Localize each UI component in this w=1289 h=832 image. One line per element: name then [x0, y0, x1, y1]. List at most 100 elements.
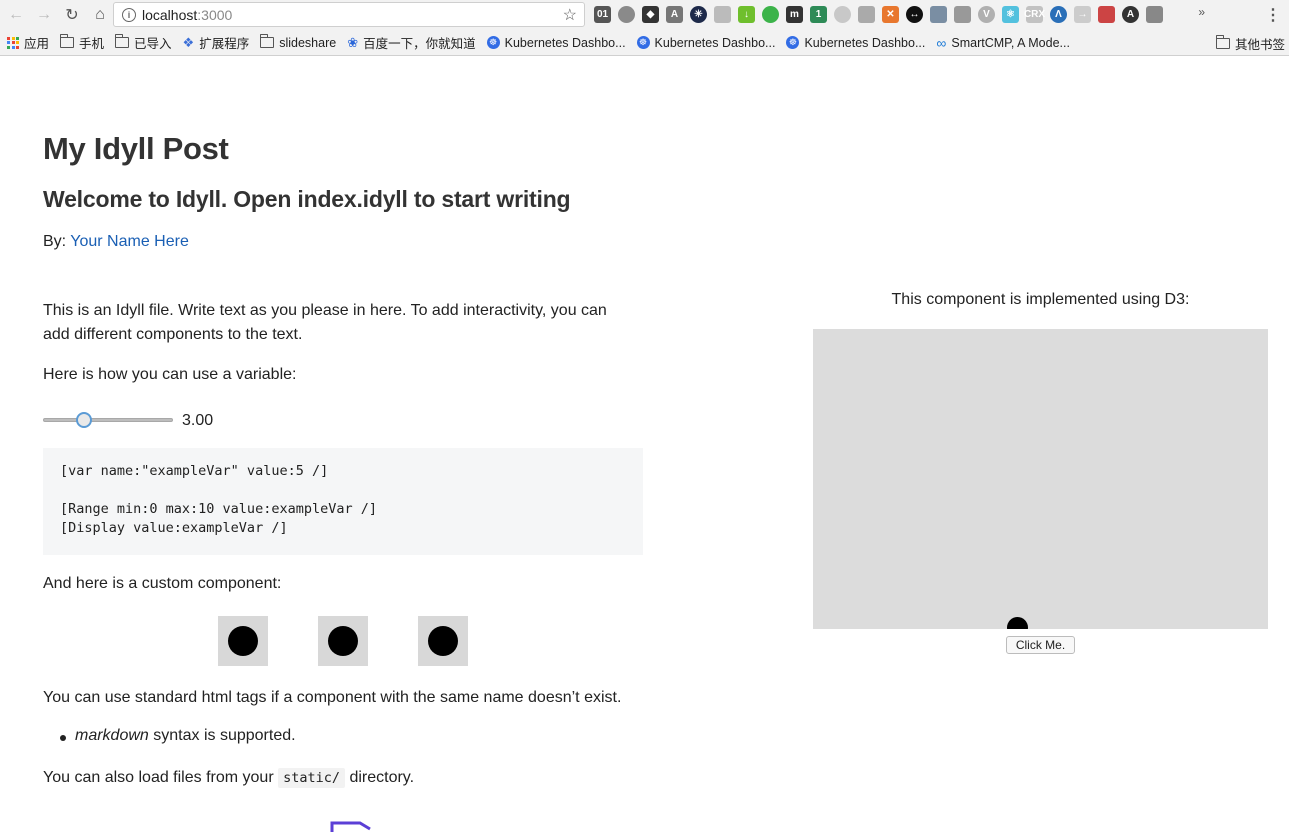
puzzle-icon: ❖ [182, 34, 195, 50]
url-port: :3000 [197, 6, 233, 23]
code-line: [var name:"exampleVar" value:5 /] [60, 463, 329, 479]
bookmark-item[interactable]: 已导入 [115, 33, 172, 52]
photo-icon[interactable] [1098, 6, 1115, 23]
angular-icon[interactable]: A [666, 6, 683, 23]
vue-icon[interactable]: V [978, 6, 995, 23]
variable-paragraph: Here is how you can use a variable: [43, 366, 297, 383]
bus-icon[interactable] [930, 6, 947, 23]
circle-dot [328, 626, 358, 656]
static-files-paragraph: You can also load files from your static… [43, 766, 414, 790]
slider-thumb[interactable] [76, 412, 92, 428]
bookmark-label: 已导入 [134, 37, 172, 51]
badge-icon[interactable]: 1 [810, 6, 827, 23]
browser-toolbar: ← → ↻ ⌂ i localhost:3000 ☆ 01 ◆ A ✳ ↓ m 1 ✕ ↔ V ⚛ C… [0, 0, 1289, 30]
list-item-emphasis: markdown [75, 727, 149, 744]
crx-icon[interactable]: CRX [1024, 6, 1045, 23]
slider-value-display: 3.00 [182, 412, 214, 429]
click-me-button[interactable]: Click Me. [1006, 636, 1075, 654]
url-host: localhost [142, 6, 198, 23]
other-bookmarks[interactable]: 其他书签 [1215, 34, 1285, 53]
download-icon[interactable]: ↓ [738, 6, 755, 23]
custom-circle-box[interactable] [318, 616, 368, 666]
page-subtitle: Welcome to Idyll. Open index.idyll to st… [43, 186, 571, 212]
custom-circle-box[interactable] [218, 616, 268, 666]
address-bar[interactable]: i localhost:3000 ☆ [113, 2, 585, 27]
bookmark-label: slideshare [279, 35, 337, 50]
search-page-icon[interactable] [1146, 6, 1163, 23]
circle-dot [428, 626, 458, 656]
forward-arrow-icon[interactable]: → [32, 3, 56, 27]
baidu-paw-icon: ❀ [347, 34, 359, 50]
intro-line-1: This is an Idyll file. Write text as you… [43, 302, 607, 319]
code-line: [Display value:exampleVar /] [60, 520, 288, 536]
arrow-icon[interactable]: → [1074, 6, 1091, 23]
bookmark-item[interactable]: ∞ SmartCMP, A Mode... [936, 35, 1070, 51]
close-circle-icon[interactable]: ✕ [882, 6, 899, 23]
folder-icon [1215, 35, 1230, 49]
camera-icon[interactable] [858, 6, 875, 23]
code-icon[interactable]: ↔ [906, 6, 923, 23]
lambda-icon[interactable]: Λ [1050, 6, 1067, 23]
intro-line-2: add different components to the text. [43, 326, 303, 343]
html-tags-paragraph: You can use standard html tags if a comp… [43, 689, 622, 706]
code-block: [var name:"exampleVar" value:5 /] [Range … [43, 448, 643, 555]
snowflake-icon[interactable]: ✳ [690, 6, 707, 23]
apps-grid-icon [7, 36, 19, 49]
page-title: My Idyll Post [43, 131, 229, 166]
bookmarks-more-button[interactable]: » [1198, 5, 1205, 19]
static-text-before: You can also load files from your [43, 769, 279, 786]
m-icon[interactable]: m [786, 6, 803, 23]
extension-icons: 01 ◆ A ✳ ↓ m 1 ✕ ↔ V ⚛ CRX Λ → A [594, 6, 1163, 23]
home-icon[interactable]: ⌂ [88, 3, 112, 27]
list-item-text: syntax is supported. [148, 727, 296, 744]
green-circle-icon[interactable] [762, 6, 779, 23]
react-icon[interactable]: ⚛ [1002, 6, 1019, 23]
grey-circle-icon[interactable] [834, 6, 851, 23]
kubernetes-icon: ☸ [786, 36, 800, 49]
bookmark-item[interactable]: 应用 [7, 33, 49, 52]
kubernetes-icon: ☸ [486, 36, 500, 49]
bookmark-item[interactable]: ☸ Kubernetes Dashbo... [636, 36, 775, 50]
d3-caption: This component is implemented using D3: [891, 291, 1190, 308]
reload-icon[interactable]: ↻ [60, 3, 84, 27]
font-icon[interactable]: A [1122, 6, 1139, 23]
bookmark-label: Kubernetes Dashbo... [804, 35, 926, 50]
byline-label: By: [43, 233, 67, 250]
info-icon[interactable]: i [122, 7, 136, 22]
bookmark-label: 应用 [24, 37, 50, 51]
bottom-image-fragment [330, 821, 371, 832]
back-arrow-icon[interactable]: ← [4, 3, 28, 27]
list-item: markdown syntax is supported. [60, 727, 296, 745]
kubernetes-icon: ☸ [636, 36, 650, 49]
screen-icon[interactable] [618, 6, 635, 23]
shield-icon[interactable] [954, 6, 971, 23]
folder-icon [260, 34, 275, 48]
slider-track[interactable] [43, 418, 173, 422]
static-inline-code: static/ [278, 768, 345, 788]
bookmark-star-icon[interactable]: ☆ [563, 5, 577, 25]
bookmark-label: Kubernetes Dashbo... [504, 35, 626, 50]
folder-icon [115, 34, 130, 48]
bookmark-item[interactable]: 手机 [60, 33, 104, 52]
network-icon[interactable] [714, 6, 731, 23]
intro-paragraph: This is an Idyll file. Write text as you… [43, 299, 607, 347]
bookmark-item[interactable]: ☸ Kubernetes Dashbo... [786, 36, 925, 50]
range-slider[interactable] [43, 410, 173, 430]
bookmark-item[interactable]: ❀ 百度一下，你就知道 [347, 33, 475, 52]
bookmark-label: 手机 [79, 37, 105, 51]
custom-circle-box[interactable] [418, 616, 468, 666]
d3-ball [1007, 617, 1028, 629]
browser-menu-icon[interactable]: ⋮ [1265, 5, 1281, 25]
d3-canvas[interactable] [813, 329, 1268, 629]
diamond-icon[interactable]: ◆ [642, 6, 659, 23]
code-line: [Range min:0 max:10 value:exampleVar /] [60, 501, 377, 517]
page-content: My Idyll Post Welcome to Idyll. Open ind… [0, 57, 1289, 832]
bookmark-item[interactable]: slideshare [260, 34, 337, 50]
other-bookmarks-label: 其他书签 [1234, 38, 1285, 52]
binary-icon[interactable]: 01 [594, 6, 611, 23]
bookmark-item[interactable]: ❖ 扩展程序 [183, 33, 250, 52]
author-link[interactable]: Your Name Here [70, 233, 189, 250]
bookmark-item[interactable]: ☸ Kubernetes Dashbo... [486, 35, 626, 50]
bookmark-label: 百度一下，你就知道 [363, 37, 476, 51]
